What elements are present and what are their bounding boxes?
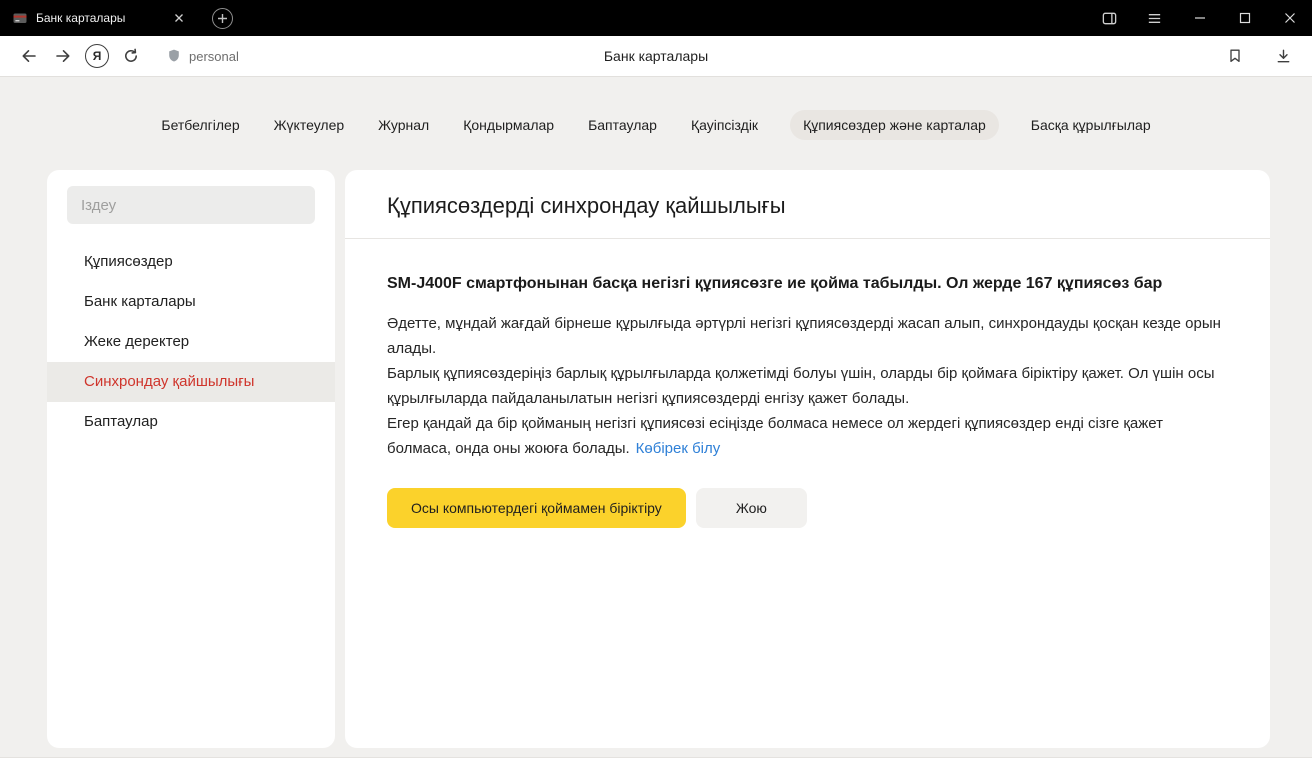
download-icon[interactable] (1266, 41, 1300, 71)
panel-divider (345, 238, 1270, 239)
sidebar-item-personal-data[interactable]: Жеке деректер (47, 322, 335, 362)
back-button[interactable] (12, 41, 46, 71)
nav-item-security[interactable]: Қауіпсіздік (689, 110, 760, 140)
main-panel: Құпиясөздерді синхрондау қайшылығы SM-J4… (345, 170, 1270, 748)
minimize-button[interactable] (1177, 0, 1222, 36)
nav-item-history[interactable]: Журнал (376, 110, 431, 140)
nav-item-settings[interactable]: Баптаулар (586, 110, 659, 140)
sidebar-item-sync-conflict[interactable]: Синхрондау қайшылығы (47, 362, 335, 402)
conflict-paragraph-2: Барлық құпиясөздеріңіз барлық құрылғылар… (387, 361, 1228, 411)
reload-button[interactable] (114, 41, 148, 71)
bottom-strip (0, 757, 1312, 762)
browser-tab[interactable]: Банк карталары (0, 0, 198, 36)
yandex-logo-icon[interactable]: Я (80, 41, 114, 71)
protect-label: personal (189, 49, 239, 64)
sidebar-item-settings[interactable]: Баптаулар (47, 402, 335, 442)
content-area: Құпиясөздер Банк карталары Жеке деректер… (47, 170, 1270, 748)
nav-item-downloads[interactable]: Жүктеулер (272, 110, 347, 140)
titlebar: Банк карталары (0, 0, 1312, 36)
merge-storage-button[interactable]: Осы компьютердегі қоймамен біріктіру (387, 488, 686, 528)
sidebar-list: Құпиясөздер Банк карталары Жеке деректер… (47, 242, 335, 442)
nav-item-passwords-cards[interactable]: Құпиясөздер және карталар (790, 110, 999, 140)
side-panel-icon[interactable] (1087, 0, 1132, 36)
toolbar: Я personal Банк карталары (0, 36, 1312, 77)
learn-more-link[interactable]: Көбірек білу (636, 440, 721, 457)
page-title: Банк карталары (604, 48, 708, 64)
search-input[interactable] (67, 186, 315, 224)
sidebar-item-bank-cards[interactable]: Банк карталары (47, 282, 335, 322)
tab-title: Банк карталары (36, 11, 162, 25)
menu-icon[interactable] (1132, 0, 1177, 36)
action-buttons: Осы компьютердегі қоймамен біріктіру Жою (387, 488, 1228, 528)
sidebar: Құпиясөздер Банк карталары Жеке деректер… (47, 170, 335, 748)
delete-storage-button[interactable]: Жою (696, 488, 807, 528)
bookmark-icon[interactable] (1218, 41, 1252, 71)
protect-badge[interactable]: personal (158, 44, 247, 68)
conflict-paragraph-3: Егер қандай да бір қойманың негізгі құпи… (387, 411, 1228, 461)
nav-item-other-devices[interactable]: Басқа құрылғылар (1029, 110, 1153, 140)
forward-button[interactable] (46, 41, 80, 71)
browser-window: Банк карталары (0, 0, 1312, 762)
conflict-heading: SM-J400F смартфонынан басқа негізгі құпи… (387, 271, 1228, 296)
nav-item-bookmarks[interactable]: Бетбелгілер (159, 110, 241, 140)
conflict-paragraph-1: Әдетте, мұндай жағдай бірнеше құрылғыда … (387, 311, 1228, 361)
maximize-button[interactable] (1222, 0, 1267, 36)
settings-nav: Бетбелгілер Жүктеулер Журнал Қондырмалар… (0, 110, 1312, 140)
tab-favicon-icon (12, 10, 28, 26)
new-tab-button[interactable] (212, 8, 233, 29)
close-window-button[interactable] (1267, 0, 1312, 36)
conflict-paragraph-3-text: Егер қандай да бір қойманың негізгі құпи… (387, 415, 1163, 457)
tab-close-icon[interactable] (170, 9, 188, 27)
nav-item-extensions[interactable]: Қондырмалар (461, 110, 556, 140)
panel-title: Құпиясөздерді синхрондау қайшылығы (387, 170, 1228, 219)
shield-icon (166, 48, 182, 64)
sidebar-item-passwords[interactable]: Құпиясөздер (47, 242, 335, 282)
